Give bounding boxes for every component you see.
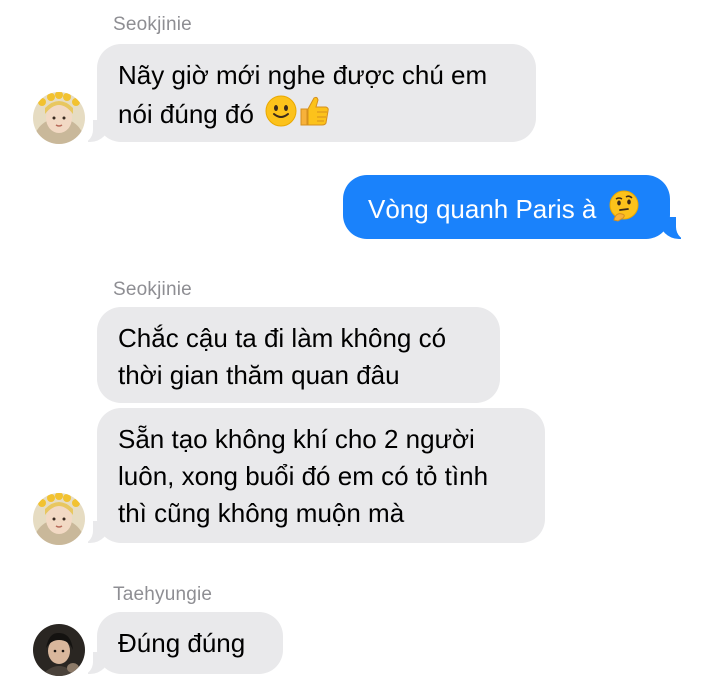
message-line: Đúng đúng: [118, 628, 246, 658]
slightly-smiling-face-icon: [265, 95, 297, 137]
message-text: Vòng quanh Paris à: [368, 193, 597, 224]
sender-name-taehyungie: Taehyungie: [113, 584, 213, 605]
bubble-tail: [77, 120, 110, 144]
message-line: Nãy giờ mới nghe được chú em: [118, 60, 488, 90]
bubble-tail: [77, 521, 110, 545]
sender-name-seokjinie: Seokjinie: [113, 14, 192, 35]
message-bubble[interactable]: Nãy giờ mới nghe được chú em nói đúng đó: [97, 44, 536, 142]
thumbs-up-icon: [297, 94, 331, 138]
message-line: thì cũng không muộn mà: [118, 498, 405, 528]
message-bubble[interactable]: Đúng đúng: [97, 612, 283, 674]
message-line: luôn, xong buổi đó em có tỏ tình: [118, 461, 489, 491]
message-bubble-outgoing[interactable]: Vòng quanh Paris à: [343, 175, 670, 239]
message-bubble[interactable]: Sẵn tạo không khí cho 2 người luôn, xong…: [97, 408, 545, 543]
sender-name-seokjinie: Seokjinie: [113, 279, 192, 300]
message-line: nói đúng đó: [118, 98, 254, 129]
message-line: Chắc cậu ta đi làm không có: [118, 323, 447, 353]
message-bubble[interactable]: Chắc cậu ta đi làm không có thời gian th…: [97, 307, 500, 403]
message-line: thời gian thăm quan đâu: [118, 360, 400, 390]
avatar-taehyungie[interactable]: [33, 624, 85, 676]
thinking-face-icon: [608, 190, 640, 232]
bubble-tail: [659, 217, 692, 241]
message-line: Sẵn tạo không khí cho 2 người: [118, 424, 475, 454]
bubble-tail: [77, 652, 110, 676]
avatar-seokjinie[interactable]: [33, 92, 85, 144]
avatar-seokjinie[interactable]: [33, 493, 85, 545]
